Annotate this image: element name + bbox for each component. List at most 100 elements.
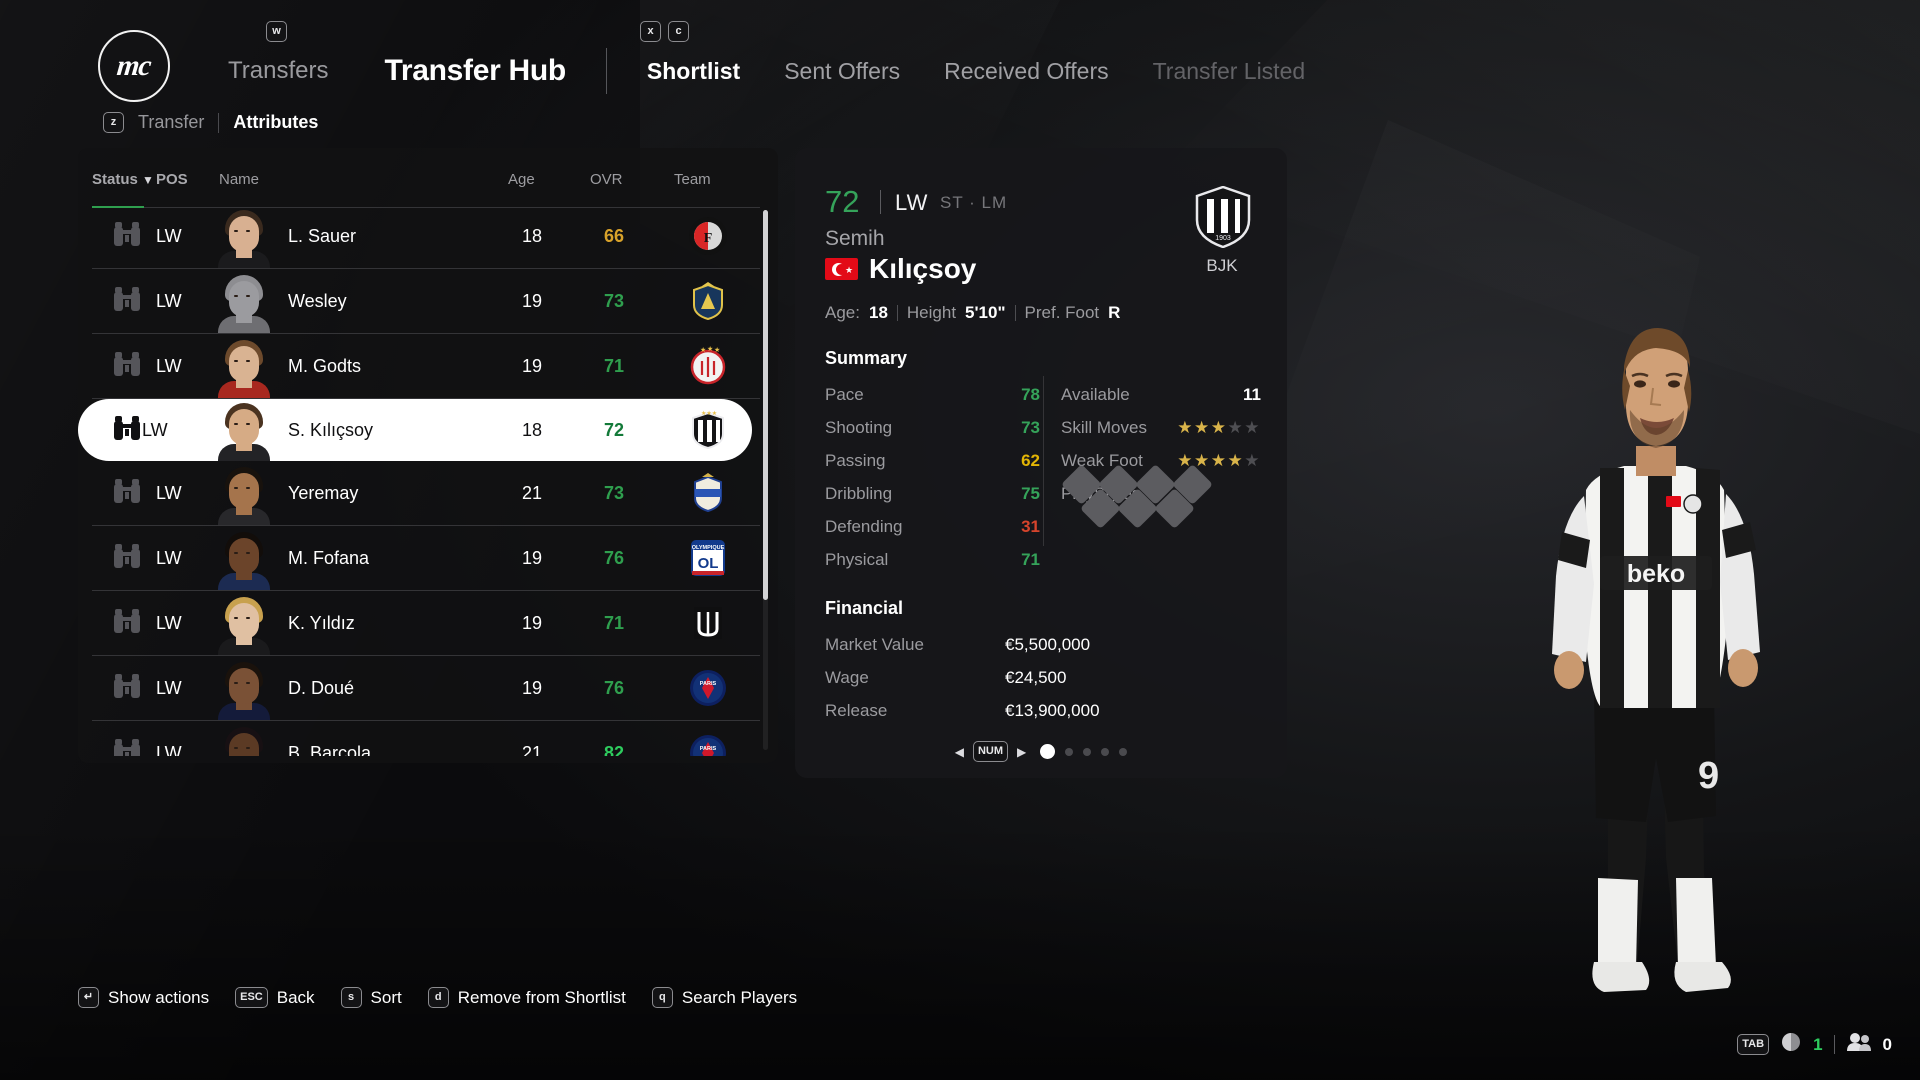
table-row[interactable]: LW D. Doué 19 76 PARIS — [92, 656, 760, 721]
tab-key-icon: TAB — [1737, 1034, 1770, 1055]
tab-sent-offers[interactable]: Sent Offers — [784, 58, 900, 85]
player-rating: 72 — [825, 184, 860, 219]
binoculars-icon[interactable] — [112, 285, 142, 318]
svg-text:F: F — [704, 231, 713, 246]
row-age: 21 — [521, 482, 543, 503]
table-row[interactable]: LW Wesley 19 73 — [92, 269, 760, 334]
row-player-name: K. Yıldız — [288, 612, 355, 633]
tab-received-offers[interactable]: Received Offers — [944, 58, 1108, 85]
bio-age-label: Age: — [825, 303, 860, 322]
svg-text:★: ★ — [700, 346, 706, 354]
financial-row: Market Value €5,500,000 — [825, 628, 1255, 661]
playstyles-grid — [1060, 463, 1257, 530]
pager-dot[interactable] — [1101, 747, 1110, 756]
list-scrollbar[interactable] — [763, 210, 768, 750]
player-list[interactable]: LW L. Sauer 18 66 F LW Wesley 19 73 LW M. Godts 19 7… — [78, 204, 778, 756]
svg-text:OL: OL — [698, 555, 719, 572]
row-player-name: B. Barcola — [288, 742, 372, 757]
bio-foot-label: Pref. Foot — [1024, 303, 1100, 322]
nav-row: Transfers Transfer Hub Shortlist Sent Off… — [228, 48, 1305, 94]
summary-stat-dribbling: Dribbling 75 — [825, 477, 1040, 510]
player-avatar — [216, 461, 272, 525]
binoculars-icon[interactable] — [112, 350, 142, 383]
pager-dot[interactable] — [1040, 744, 1056, 759]
row-position: LW — [156, 225, 182, 246]
player-avatar — [216, 526, 272, 590]
table-row[interactable]: LW B. Barcola 21 82 PARIS — [92, 721, 760, 756]
column-header-ovr[interactable]: OVR — [590, 171, 623, 188]
detail-pager[interactable]: ◀ NUM ▶ — [795, 741, 1287, 762]
subtab-bar: z Transfer Attributes — [103, 112, 318, 133]
financial-value: €24,500 — [1005, 667, 1067, 687]
row-team-crest: OLYMPIQUE OL — [684, 534, 732, 582]
chevron-left-icon[interactable]: ◀ — [955, 745, 964, 759]
binoculars-icon[interactable] — [112, 220, 142, 253]
column-header-pos[interactable]: POS — [156, 171, 188, 188]
weak-foot-label: Weak Foot — [1061, 450, 1143, 470]
z-key-icon: z — [103, 112, 124, 133]
stat-label: Shooting — [825, 417, 893, 437]
binoculars-icon[interactable] — [112, 607, 142, 640]
pager-dot[interactable] — [1083, 747, 1092, 756]
pager-dot[interactable] — [1065, 747, 1074, 756]
scrollbar-thumb[interactable] — [763, 210, 768, 600]
table-row[interactable]: LW L. Sauer 18 66 F — [92, 204, 760, 269]
binoculars-icon[interactable] — [112, 542, 142, 575]
action-hint[interactable]: q Search Players — [651, 987, 798, 1008]
svg-text:PARIS: PARIS — [700, 746, 717, 752]
enter-key-icon: ↵ — [78, 987, 99, 1008]
column-header-status[interactable]: Status — [92, 171, 138, 188]
binoculars-icon[interactable] — [112, 477, 142, 510]
stat-label: Defending — [825, 516, 903, 536]
binoculars-icon[interactable] — [112, 672, 142, 705]
subtab-transfer[interactable]: Transfer — [138, 112, 204, 133]
tab-shortlist[interactable]: Shortlist — [647, 58, 740, 85]
x-key-icon: x — [640, 21, 661, 42]
breadcrumb-transfers[interactable]: Transfers — [228, 57, 328, 85]
player-avatar — [216, 721, 272, 756]
table-row[interactable]: LW Yeremay 21 73 — [92, 461, 760, 526]
table-row[interactable]: LW M. Fofana 19 76 OLYMPIQUE OL — [92, 526, 760, 591]
volume-value: 1 — [1813, 1034, 1823, 1054]
row-ovr: 73 — [603, 290, 625, 311]
friends-value: 0 — [1882, 1034, 1892, 1054]
action-hint[interactable]: s Sort — [340, 987, 402, 1008]
row-age: 19 — [521, 547, 543, 568]
row-ovr: 82 — [603, 742, 625, 757]
column-header-team[interactable]: Team — [674, 171, 711, 188]
action-hint[interactable]: ESC Back — [235, 987, 315, 1008]
row-player-name: M. Godts — [288, 355, 362, 376]
table-row[interactable]: LW K. Yıldız 19 71 — [92, 591, 760, 656]
row-team-crest — [684, 277, 732, 325]
row-age: 18 — [521, 225, 543, 246]
action-hint-label: Search Players — [681, 987, 798, 1007]
key-hint-w: w — [266, 21, 287, 42]
column-header-age[interactable]: Age — [508, 171, 535, 188]
binoculars-icon[interactable] — [112, 737, 142, 756]
subtab-divider — [218, 112, 220, 133]
row-ovr: 66 — [603, 225, 625, 246]
summary-stats-list: Pace 78 Shooting 73 Passing 62 Dribbling 75 Defe… — [825, 378, 1040, 576]
row-ovr: 71 — [603, 612, 625, 633]
row-age: 19 — [521, 355, 543, 376]
binoculars-icon[interactable] — [112, 414, 142, 447]
column-header-name[interactable]: Name — [219, 171, 259, 188]
pager-dots[interactable] — [1040, 744, 1128, 759]
action-hint[interactable]: d Remove from Shortlist — [427, 987, 626, 1008]
sort-arrow-icon[interactable]: ▼ — [142, 173, 154, 187]
stat-value: 62 — [1021, 450, 1040, 470]
player-avatar — [216, 204, 272, 268]
speaker-icon[interactable] — [1780, 1031, 1802, 1058]
action-hint[interactable]: ↵ Show actions — [78, 987, 209, 1008]
mc-circle-logo: mc — [98, 30, 170, 102]
subtab-attributes[interactable]: Attributes — [233, 112, 318, 133]
people-icon[interactable] — [1846, 1032, 1872, 1057]
summary-stat-pace: Pace 78 — [825, 378, 1040, 411]
tab-transfer-listed[interactable]: Transfer Listed — [1153, 58, 1306, 85]
stat-value: 31 — [1021, 516, 1040, 536]
table-row[interactable]: LW M. Godts 19 71 ★ ★ ★ — [92, 334, 760, 399]
pager-dot[interactable] — [1119, 747, 1128, 756]
table-row-selected[interactable]: LW S. Kılıçsoy 18 72 ★★★ — [78, 399, 752, 461]
stat-label: Passing — [825, 450, 886, 470]
chevron-right-icon[interactable]: ▶ — [1017, 745, 1026, 759]
